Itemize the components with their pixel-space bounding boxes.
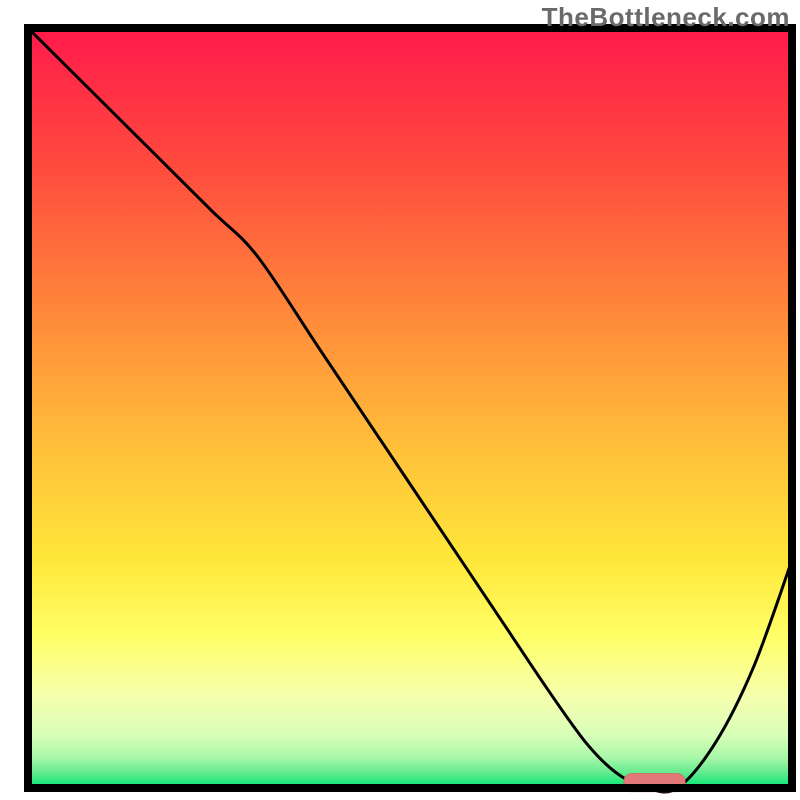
chart-stage: TheBottleneck.com bbox=[0, 0, 800, 800]
bottleneck-chart bbox=[0, 0, 800, 800]
plot-area bbox=[28, 28, 792, 792]
watermark-text: TheBottleneck.com bbox=[542, 2, 790, 33]
